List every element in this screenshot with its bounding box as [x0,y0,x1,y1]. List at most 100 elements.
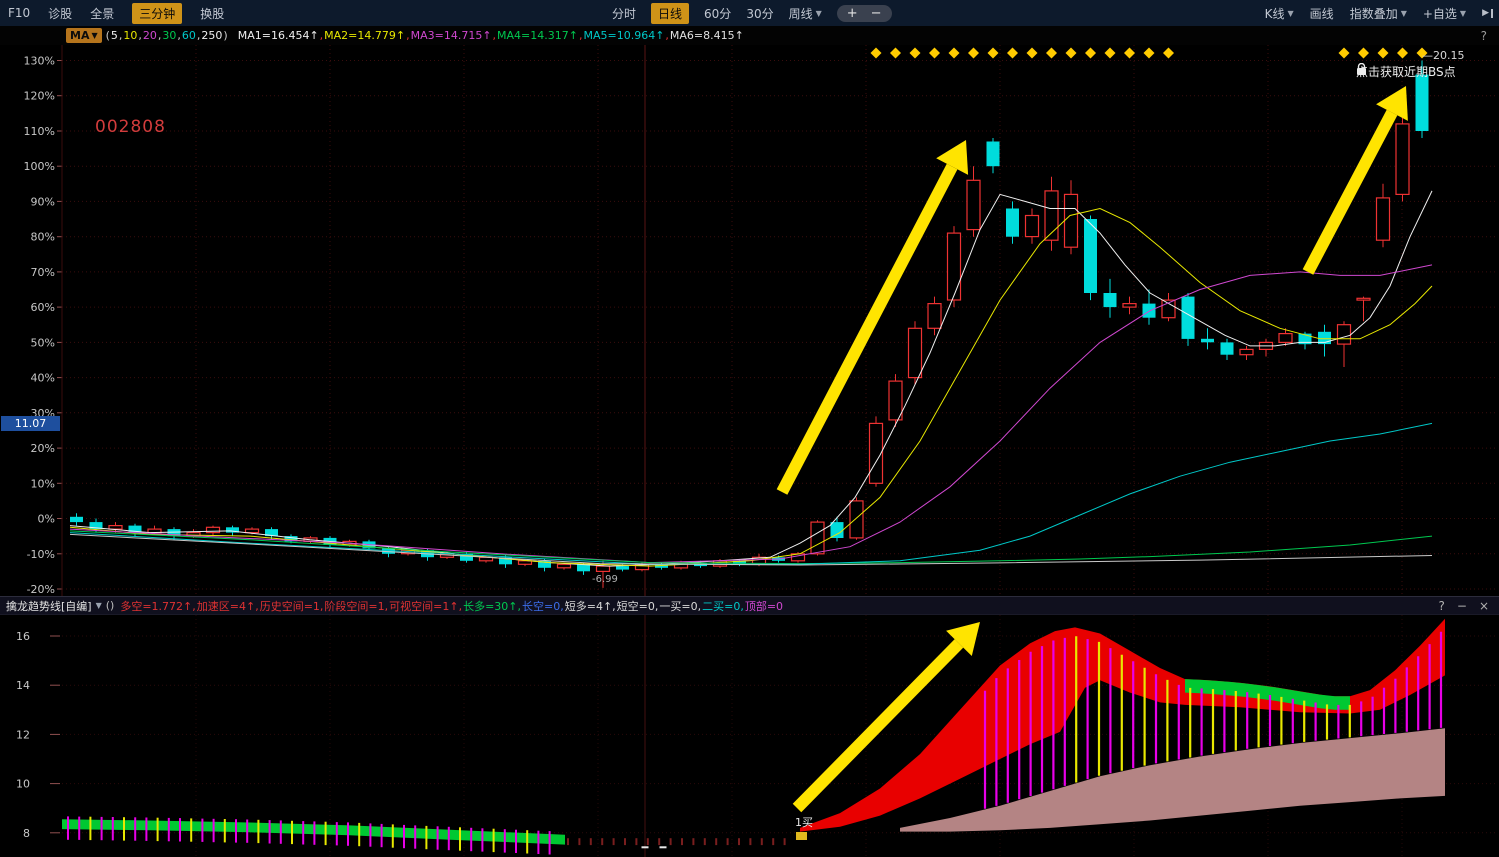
value-token: 短多=4↑, [565,600,616,613]
tab-weekly[interactable]: 周线 ▼ [789,5,822,22]
main-chart-panel: 130%120%110%100%90%80%70%60%50%40%30%20%… [0,45,1499,596]
menu-panorama[interactable]: 全景 [90,5,114,22]
value-token: , [119,29,123,42]
value-token: , [406,29,410,42]
value-token: 二买=0, [702,600,744,613]
axis-highlight-value: 11.07 [1,416,60,431]
ma-indicator-bar: MA ▼ (5,10,20,30,60,250) MA1=16.454↑, MA 2… [0,26,1499,45]
value-token: MA6=8.415↑ [670,29,744,42]
value-token: , [493,29,497,42]
value-token: 阶段空间=1, [324,600,388,613]
svg-text:-20%: -20% [27,583,55,596]
svg-text:130%: 130% [24,55,55,68]
svg-text:70%: 70% [31,266,55,279]
tab-daily-active[interactable]: 日线 [651,3,689,24]
chevron-down-icon: ▼ [1288,9,1294,18]
ma-params: (5,10,20,30,60,250) [106,29,229,42]
latest-price-label: —20.15 [1422,49,1465,62]
value-token: 长多=30↑, [463,600,521,613]
collapse-panel-icon[interactable]: ▶ [1482,9,1493,18]
menu-diagnose-stock[interactable]: 诊股 [48,5,72,22]
svg-text:1买: 1买 [795,816,813,829]
indicator-chart-panel: 16 14 12 10 8 1买 [0,615,1499,857]
stock-code-label: 002808 [95,117,166,137]
indicator-window-controls: ? − × [1439,599,1490,613]
zoom-out-button[interactable]: − [871,7,882,20]
menu-f10[interactable]: F10 [8,6,30,20]
value-token: , [665,29,669,42]
kline-style-dropdown[interactable]: K线 ▼ [1265,5,1294,22]
value-token: 250 [201,29,222,42]
ma-dropdown[interactable]: MA ▼ [66,28,102,43]
value-token: 一买=0, [659,600,701,613]
tab-weekly-label: 周线 [789,5,813,22]
svg-text:90%: 90% [31,195,55,208]
draw-line-button[interactable]: 画线 [1310,5,1334,22]
value-token: , [320,29,324,42]
value-token: 历史空间=1, [260,600,324,613]
tab-intraday[interactable]: 分时 [612,5,636,22]
chevron-down-icon: ▼ [1460,9,1466,18]
svg-text:14: 14 [16,679,30,692]
chevron-down-icon: ▼ [1401,9,1407,18]
svg-text:120%: 120% [24,90,55,103]
main-chart-canvas[interactable]: 130%120%110%100%90%80%70%60%50%40%30%20%… [0,45,1499,596]
value-token: 长空=0, [522,600,564,613]
svg-text:12: 12 [16,728,30,741]
chevron-down-icon: ▼ [91,31,97,40]
value-token: 20 [143,29,157,42]
value-token: MA3=14.715↑ [411,29,492,42]
svg-text:40%: 40% [31,372,55,385]
indicator-values: 多空=1.772↑,加速区=4↑,历史空间=1,阶段空间=1,可视空间=1↑,长… [120,598,784,614]
ma-dropdown-label: MA [70,29,89,42]
value-token: , [138,29,142,42]
bs-point-hint[interactable]: 点击获取近期BS点 [1356,63,1456,80]
svg-text:10: 10 [16,778,30,791]
lock-icon [1356,63,1367,76]
menu-three-minutes-active[interactable]: 三分钟 [132,3,182,24]
zoom-in-button[interactable]: + [847,7,858,20]
index-overlay-label: 指数叠加 [1350,5,1398,22]
value-token: ) [223,29,227,42]
lowest-price-label: -6.99 [592,574,618,585]
svg-text:10%: 10% [31,477,55,490]
add-to-watchlist-dropdown[interactable]: +自选 ▼ [1423,5,1466,22]
close-icon[interactable]: × [1479,599,1489,613]
value-token: MA1=16.454↑ [238,29,319,42]
svg-text:8: 8 [23,827,30,840]
help-icon[interactable]: ? [1481,29,1487,43]
svg-text:80%: 80% [31,231,55,244]
minimize-icon[interactable]: − [1457,599,1467,613]
value-token: 可视空间=1↑, [389,600,462,613]
stock-trading-app-window: F10 诊股 全景 三分钟 换股 分时 日线 60分 30分 周线 ▼ + − … [0,0,1499,857]
tab-60min[interactable]: 60分 [704,5,731,22]
help-icon[interactable]: ? [1439,599,1445,613]
svg-text:0%: 0% [38,513,55,526]
add-to-watchlist-label: +自选 [1423,5,1457,22]
toolbar-left-group: F10 诊股 全景 三分钟 换股 [8,0,224,26]
tab-30min[interactable]: 30分 [746,5,773,22]
value-token: , [197,29,201,42]
svg-text:110%: 110% [24,125,55,138]
svg-text:100%: 100% [24,160,55,173]
zoom-pill: + − [837,5,892,22]
value-token: 短空=0, [617,600,659,613]
value-token: 10 [123,29,137,42]
value-token: , [158,29,162,42]
svg-text:16: 16 [16,630,30,643]
value-token: 顶部=0 [745,600,783,613]
value-token: , [177,29,181,42]
value-token: 多空=1.772↑, [120,600,195,613]
index-overlay-dropdown[interactable]: 指数叠加 ▼ [1350,5,1407,22]
value-token: MA4=14.317↑ [497,29,578,42]
svg-text:60%: 60% [31,301,55,314]
value-token: 5 [111,29,118,42]
chevron-down-icon: ▼ [816,9,822,18]
svg-text:50%: 50% [31,336,55,349]
svg-text:20%: 20% [31,442,55,455]
menu-switch-stock[interactable]: 换股 [200,5,224,22]
indicator-header-bar: 擒龙趋势线[自编] ▼ () 多空=1.772↑,加速区=4↑,历史空间=1,阶… [0,596,1499,615]
indicator-name-dropdown[interactable]: 擒龙趋势线[自编] [6,598,92,614]
value-token: MA5=10.964↑ [583,29,664,42]
indicator-chart-canvas[interactable]: 16 14 12 10 8 1买 [0,615,1499,857]
